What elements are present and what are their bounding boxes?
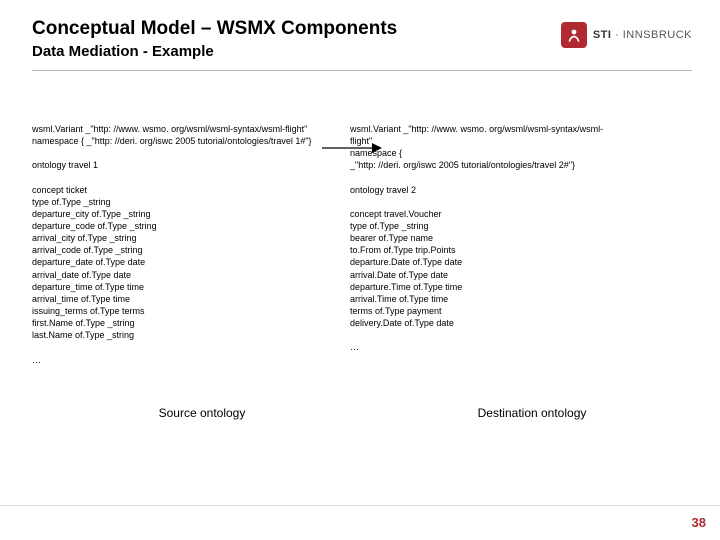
- left-ellipsis: …: [32, 355, 41, 365]
- footer-divider: [0, 505, 720, 506]
- slide: Conceptual Model – WSMX Components Data …: [0, 0, 720, 540]
- left-variant: wsml.Variant _"http: //www. wsmo. org/ws…: [32, 124, 307, 134]
- title-block: Conceptual Model – WSMX Components Data …: [32, 18, 561, 60]
- destination-label: Destination ontology: [372, 406, 692, 420]
- logo: STI · INNSBRUCK: [561, 22, 692, 48]
- slide-subtitle: Data Mediation - Example: [32, 43, 561, 60]
- logo-bold: STI: [593, 29, 612, 41]
- source-ontology-code: wsml.Variant _"http: //www. wsmo. org/ws…: [32, 111, 332, 366]
- left-concept-body: type of.Type _string departure_city of.T…: [32, 197, 157, 341]
- right-namespace: namespace { _"http: //deri. org/iswc 200…: [350, 148, 575, 170]
- destination-ontology-code: wsml.Variant _"http: //www. wsmo. org/ws…: [350, 111, 692, 366]
- person-icon: [565, 26, 583, 44]
- content-columns: wsml.Variant _"http: //www. wsmo. org/ws…: [32, 111, 692, 366]
- left-namespace: namespace { _"http: //deri. org/iswc 200…: [32, 136, 312, 146]
- right-ontology: ontology travel 2: [350, 185, 416, 195]
- logo-badge-icon: [561, 22, 587, 48]
- header-row: Conceptual Model – WSMX Components Data …: [32, 18, 692, 60]
- right-concept-body: type of.Type _string bearer of.Type name…: [350, 221, 462, 328]
- ontology-labels: Source ontology Destination ontology: [32, 406, 692, 420]
- logo-rest: · INNSBRUCK: [611, 29, 692, 41]
- slide-title: Conceptual Model – WSMX Components: [32, 18, 561, 41]
- arrow-icon: [322, 141, 382, 155]
- right-variant: wsml.Variant _"http: //www. wsmo. org/ws…: [350, 124, 603, 146]
- page-number: 38: [692, 515, 706, 530]
- logo-text: STI · INNSBRUCK: [593, 29, 692, 41]
- header-divider: [32, 70, 692, 71]
- source-label: Source ontology: [32, 406, 372, 420]
- left-concept-head: concept ticket: [32, 185, 87, 195]
- left-ontology: ontology travel 1: [32, 160, 98, 170]
- right-ellipsis: …: [350, 342, 359, 352]
- right-concept-head: concept travel.Voucher: [350, 209, 442, 219]
